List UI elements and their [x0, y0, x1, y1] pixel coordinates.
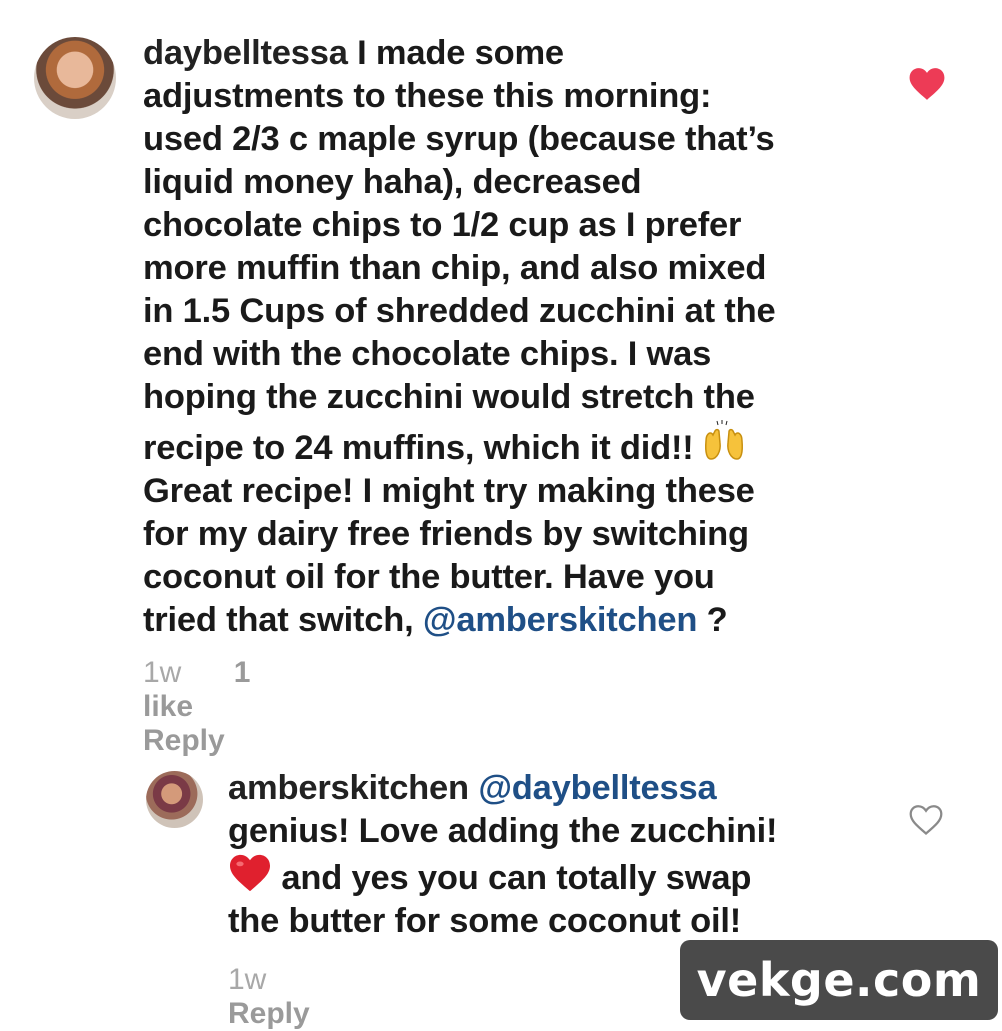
reply-username[interactable]: amberskitchen [228, 769, 469, 807]
watermark: vekge.com [680, 940, 998, 1020]
reply-text-part-1: genius! Love adding the zucchini! [228, 812, 778, 850]
comment-timestamp: 1w [143, 656, 182, 689]
reply-text-part-2: and yes you can totally swap the butter … [228, 859, 752, 940]
reply-timestamp: 1w [228, 963, 267, 996]
reply-mention-link[interactable]: @daybelltessa [478, 769, 716, 807]
comment-text-part-3: ? [697, 601, 728, 639]
comment-text-part-1: I made some adjustments to these this mo… [143, 34, 776, 467]
raised-hands-emoji [704, 420, 743, 460]
comment-meta: 1w 1 like Reply [143, 656, 269, 758]
comment-reply-button[interactable]: Reply [143, 724, 225, 757]
comment-body: daybelltessa I made some adjustments to … [143, 32, 863, 642]
reply-reply-button[interactable]: Reply [228, 997, 310, 1030]
reply-body: amberskitchen @daybelltessa genius! Love… [228, 767, 868, 943]
heart-icon[interactable] [908, 66, 946, 102]
reply-meta: 1w Reply [228, 963, 354, 1031]
avatar-daybelltessa[interactable] [34, 37, 116, 119]
avatar-amberskitchen[interactable] [146, 771, 203, 828]
red-heart-emoji [230, 854, 270, 892]
comment-username[interactable]: daybelltessa [143, 34, 348, 72]
heart-outline-icon[interactable] [908, 803, 944, 837]
watermark-text: vekge.com [696, 953, 982, 1007]
mention-link[interactable]: @amberskitchen [423, 601, 698, 639]
